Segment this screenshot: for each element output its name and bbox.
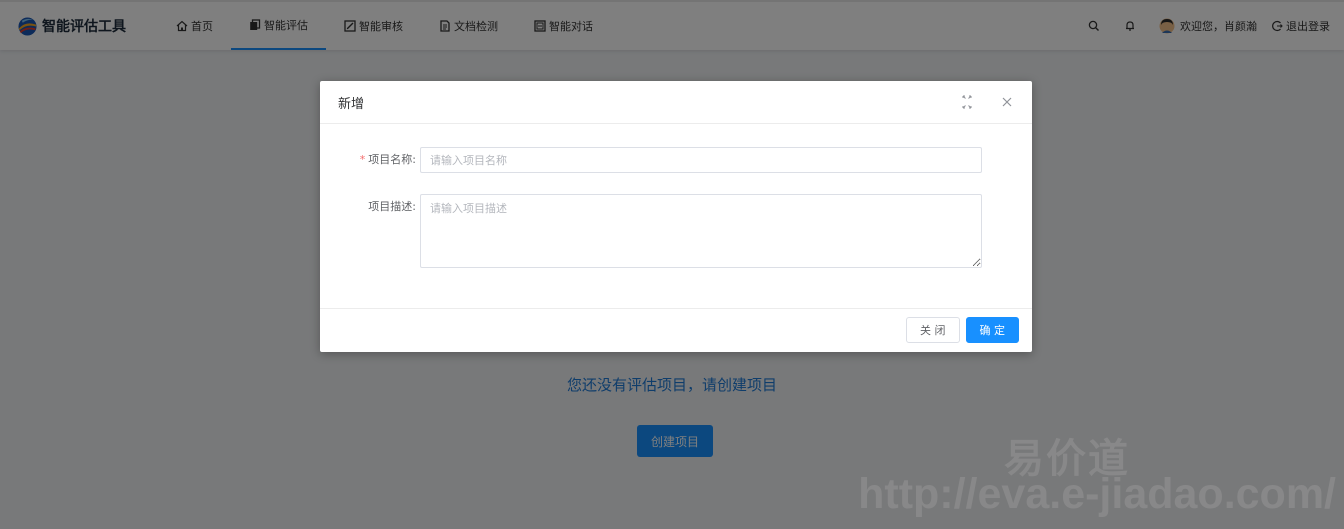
form-row-project-name: * 项目名称: bbox=[320, 147, 1032, 173]
confirm-button[interactable]: 确 定 bbox=[965, 317, 1019, 343]
new-project-dialog: 新增 *项目名称: 项目描述: 关 闭 确 定 bbox=[320, 81, 1032, 352]
watermark-url: http://eva.e-jiadao.com/ bbox=[858, 470, 1336, 518]
dialog-title: 新增 bbox=[338, 96, 365, 112]
project-name-label: * 项目名称: bbox=[320, 147, 420, 173]
project-name-input[interactable] bbox=[420, 147, 982, 173]
fullscreen-icon[interactable] bbox=[960, 95, 974, 109]
close-icon[interactable] bbox=[1000, 95, 1014, 109]
project-description-textarea[interactable] bbox=[420, 194, 982, 268]
required-asterisk: * bbox=[359, 153, 366, 166]
dialog-header: 新增 bbox=[320, 81, 1032, 124]
close-button[interactable]: 关 闭 bbox=[906, 317, 960, 343]
dialog-footer: 关 闭 确 定 bbox=[320, 309, 1032, 351]
project-name-label-text: 项目名称: bbox=[368, 153, 416, 166]
dialog-body: *项目名称: 项目描述: bbox=[320, 124, 1032, 309]
project-description-label: 项目描述: bbox=[368, 200, 416, 213]
form-row-project-description: 项目描述: bbox=[320, 194, 1032, 268]
